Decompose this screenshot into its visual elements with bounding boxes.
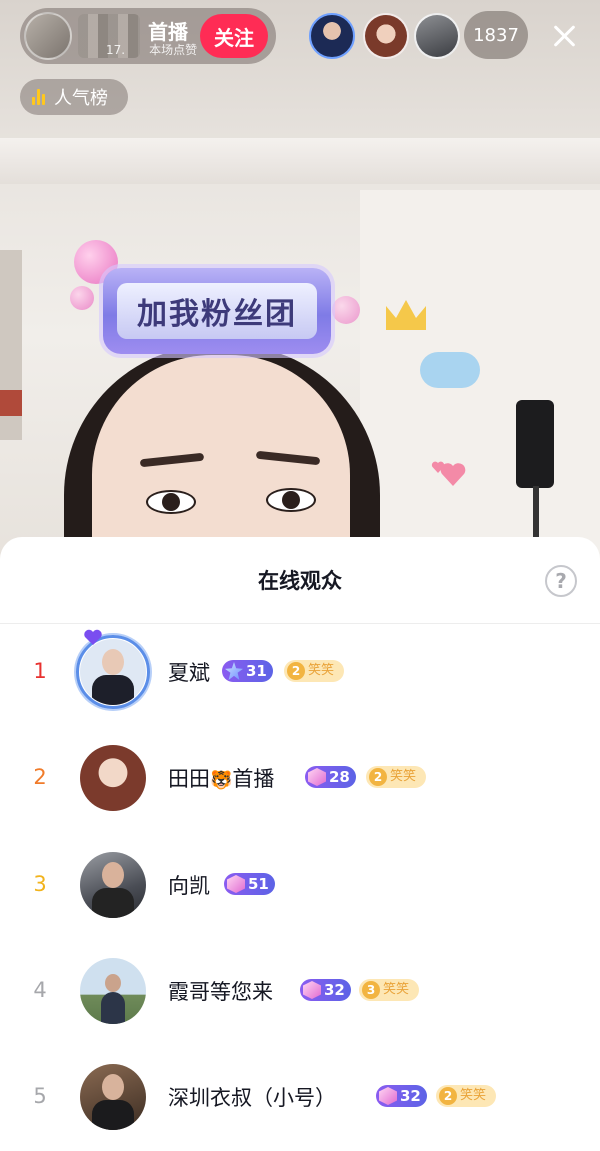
rank-number: 5 xyxy=(33,1084,47,1108)
audience-row[interactable]: 3 向凯 51 xyxy=(0,836,600,936)
fan-club-level: 2 xyxy=(439,1087,457,1105)
viewer-name-part: 首播 xyxy=(232,767,275,791)
popularity-ranking-label: 人气榜 xyxy=(54,88,108,109)
viewer-name: 霞哥等您来 xyxy=(168,980,273,1004)
top-viewer-avatar[interactable] xyxy=(363,13,409,59)
fan-club-badge: 2 笑笑 xyxy=(436,1085,497,1107)
eye-right xyxy=(266,488,316,512)
avatar[interactable] xyxy=(80,745,146,811)
phone-on-tripod xyxy=(516,400,554,488)
viewer-name: 夏斌 xyxy=(168,661,210,685)
fan-club-badge: 2 笑笑 xyxy=(366,766,427,788)
audience-row[interactable]: 1 夏斌 31 2 笑笑 xyxy=(0,623,600,723)
pink-ball-decoration xyxy=(332,296,360,324)
audience-row[interactable]: 4 霞哥等您来 32 3 笑笑 xyxy=(0,942,600,1042)
top-viewer-avatar[interactable] xyxy=(414,13,460,59)
close-icon[interactable] xyxy=(548,20,580,52)
avatar[interactable] xyxy=(80,852,146,918)
follow-button[interactable]: 关注 xyxy=(200,14,268,58)
user-level-badge: 32 xyxy=(376,1085,427,1107)
user-level-badge: 31 xyxy=(222,660,273,682)
back-wall xyxy=(360,190,600,560)
host-stats: 17. 本场点赞 xyxy=(106,41,197,58)
viewer-name: 向凯 xyxy=(168,874,210,898)
fan-club-level: 2 xyxy=(369,768,387,786)
eye-left xyxy=(146,490,196,514)
user-level-badge: 32 xyxy=(300,979,351,1001)
rank-number: 2 xyxy=(33,765,47,789)
popularity-ranking-button[interactable]: 人气榜 xyxy=(20,79,128,115)
rank-number: 4 xyxy=(33,978,47,1002)
viewer-count-button[interactable]: 1837 xyxy=(464,11,528,59)
phone-tripod xyxy=(516,400,556,560)
bar-chart-icon xyxy=(32,89,48,105)
sheet-title: 在线观众 xyxy=(258,569,342,593)
doorway xyxy=(0,250,22,440)
online-audience-sheet: 在线观众 ? 1 夏斌 31 2 笑笑 2 田田🐯首播 28 2 笑笑 3 向凯 5… xyxy=(0,537,600,1151)
user-level-badge: 51 xyxy=(224,873,275,895)
viewer-name: 深圳衣叔（小号） xyxy=(168,1086,336,1110)
fan-club-name: 笑笑 xyxy=(383,982,410,997)
host-likes-label: 本场点赞 xyxy=(149,43,198,57)
fan-club-name: 笑笑 xyxy=(390,769,417,784)
fan-club-level: 3 xyxy=(362,981,380,999)
avatar[interactable] xyxy=(80,1064,146,1130)
fan-club-badge: 2 笑笑 xyxy=(284,660,345,682)
wall-picture xyxy=(0,390,22,416)
ceiling xyxy=(0,138,600,184)
viewer-name: 田田🐯首播 xyxy=(168,763,274,793)
tiger-emoji-icon: 🐯 xyxy=(210,770,233,791)
avatar[interactable] xyxy=(80,639,146,705)
fan-club-sticker[interactable]: 加我粉丝团 xyxy=(103,268,331,354)
rank-number: 3 xyxy=(33,872,47,896)
host-id: 17. xyxy=(106,43,126,57)
audience-row[interactable]: 2 田田🐯首播 28 2 笑笑 xyxy=(0,729,600,829)
top-viewer-avatar[interactable] xyxy=(309,13,355,59)
cloud-decoration xyxy=(420,352,480,388)
rank-number: 1 xyxy=(33,659,47,683)
viewer-name-part: 田田 xyxy=(168,767,210,791)
user-level-badge: 28 xyxy=(305,766,356,788)
host-info-pill[interactable]: 首播 17. 本场点赞 关注 xyxy=(20,8,276,64)
fan-club-name: 笑笑 xyxy=(308,663,335,678)
fan-club-badge: 3 笑笑 xyxy=(359,979,420,1001)
pink-ball-decoration xyxy=(70,286,94,310)
avatar[interactable] xyxy=(80,958,146,1024)
fan-club-level: 2 xyxy=(287,662,305,680)
host-avatar[interactable] xyxy=(24,12,72,60)
fan-club-sticker-text: 加我粉丝团 xyxy=(117,283,317,339)
help-icon[interactable]: ? xyxy=(545,565,577,597)
audience-row[interactable]: 5 深圳衣叔（小号） 32 2 笑笑 xyxy=(0,1048,600,1148)
fan-club-name: 笑笑 xyxy=(460,1088,487,1103)
